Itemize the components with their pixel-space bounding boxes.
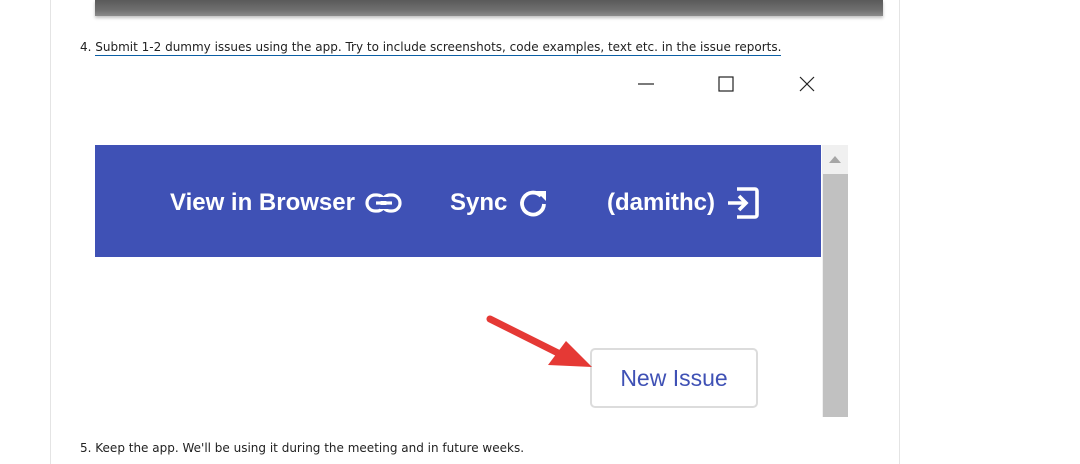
username-label: (damithc) [607, 189, 715, 216]
scroll-up-arrow-icon[interactable] [822, 145, 848, 173]
user-signout-button[interactable]: (damithc) [607, 185, 761, 221]
close-icon[interactable] [797, 74, 817, 94]
step-4: 4. Submit 1-2 dummy issues using the app… [80, 39, 782, 56]
new-issue-label: New Issue [620, 364, 728, 391]
link-icon [365, 193, 402, 213]
previous-screenshot-bottom [95, 0, 883, 16]
minimize-icon[interactable] [636, 74, 656, 94]
sync-button[interactable]: Sync [450, 185, 549, 221]
step-5: 5. Keep the app. We'll be using it durin… [80, 440, 524, 456]
refresh-icon [520, 190, 547, 217]
sync-label: Sync [450, 189, 508, 216]
scrollbar-thumb[interactable] [823, 174, 848, 417]
view-in-browser-label: View in Browser [170, 189, 355, 216]
view-in-browser-button[interactable]: View in Browser [170, 185, 403, 221]
annotation-arrow [486, 315, 592, 367]
step-5-number: 5. [80, 441, 92, 455]
maximize-icon[interactable] [716, 74, 736, 94]
step-4-number: 4. [80, 40, 92, 54]
step-5-text: Keep the app. We'll be using it during t… [95, 441, 525, 455]
new-issue-button[interactable]: New Issue [590, 348, 758, 408]
sign-in-icon [728, 187, 759, 219]
step-4-text: Submit 1-2 dummy issues using the app. T… [95, 40, 782, 56]
